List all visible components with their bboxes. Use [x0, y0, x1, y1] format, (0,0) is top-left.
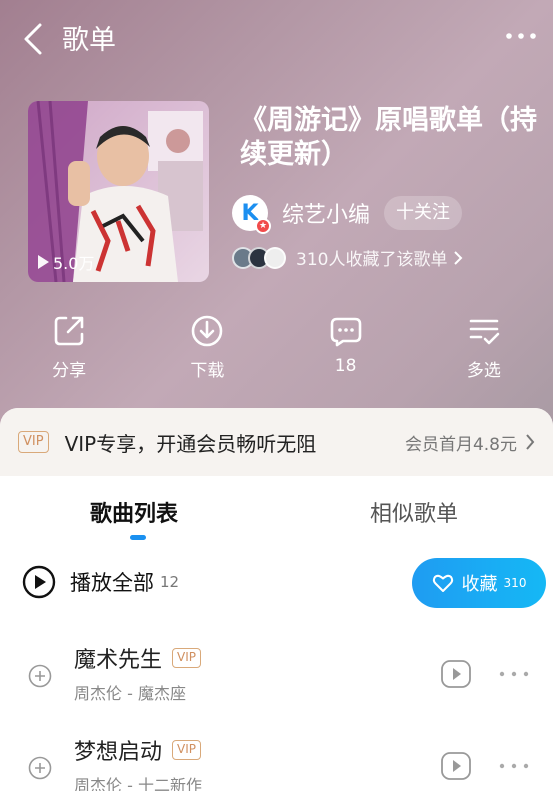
- action-row: 分享 下载 18 多选: [0, 314, 553, 381]
- song-artist-album: 周杰伦 - 十二新作: [74, 776, 202, 791]
- tab-indicator: [130, 535, 146, 540]
- follow-button[interactable]: 十关注: [384, 196, 463, 230]
- heart-icon: [432, 574, 453, 592]
- back-arrow-icon[interactable]: [18, 22, 48, 56]
- tab-similar-playlists[interactable]: 相似歌单: [370, 496, 458, 528]
- play-all-button[interactable]: 播放全部 12: [22, 565, 179, 599]
- add-icon[interactable]: [28, 664, 52, 688]
- creator-avatar[interactable]: K ★: [232, 195, 271, 234]
- comment-icon: [330, 317, 361, 347]
- creator-name[interactable]: 综艺小编: [282, 197, 370, 229]
- verified-badge-icon: ★: [255, 218, 271, 234]
- creator-info[interactable]: K ★ 综艺小编 十关注: [232, 195, 463, 234]
- play-video-icon[interactable]: [440, 751, 472, 781]
- vip-banner[interactable]: VIP VIP专享，开通会员畅听无阻 会员首月4.8元: [0, 408, 553, 476]
- more-options-icon[interactable]: [497, 756, 531, 776]
- favorite-button[interactable]: 收藏 310: [412, 558, 546, 608]
- download-icon: [192, 315, 223, 347]
- chevron-right-icon: [526, 434, 535, 450]
- song-row[interactable]: 魔术先生 VIP 周杰伦 - 魔杰座: [0, 632, 553, 722]
- share-icon: [54, 316, 84, 346]
- vip-tag: VIP: [18, 431, 49, 453]
- download-button[interactable]: 下载: [138, 314, 276, 381]
- playlist-title: 《周游记》原唱歌单（持续更新）: [240, 105, 537, 170]
- multiselect-button[interactable]: 多选: [415, 314, 553, 381]
- chevron-right-icon: [454, 250, 463, 265]
- vip-badge: VIP: [172, 648, 201, 668]
- song-count: 12: [160, 573, 180, 591]
- play-count: 5.0万: [38, 250, 94, 274]
- play-video-icon[interactable]: [440, 659, 472, 689]
- more-menu-icon[interactable]: [503, 22, 539, 50]
- collector-avatar: [264, 246, 286, 269]
- song-row[interactable]: 梦想启动 VIP 周杰伦 - 十二新作: [0, 724, 553, 791]
- play-count-icon: [38, 255, 49, 269]
- add-icon[interactable]: [28, 756, 52, 780]
- vip-badge: VIP: [172, 740, 201, 760]
- vip-banner-text: VIP专享，开通会员畅听无阻: [64, 431, 317, 456]
- collect-count-text: 310人收藏了该歌单: [296, 250, 448, 270]
- song-title: 梦想启动 VIP: [74, 734, 201, 766]
- share-button[interactable]: 分享: [0, 314, 138, 381]
- page-title: 歌单: [62, 25, 116, 56]
- song-title: 魔术先生 VIP: [74, 642, 201, 674]
- tab-bar: 歌曲列表 相似歌单: [0, 496, 553, 546]
- tab-song-list[interactable]: 歌曲列表: [90, 496, 178, 528]
- multiselect-icon: [469, 319, 500, 345]
- vip-offer: 会员首月4.8元: [404, 434, 517, 455]
- song-artist-album: 周杰伦 - 魔杰座: [74, 684, 186, 703]
- collectors-row[interactable]: 310人收藏了该歌单: [232, 245, 463, 270]
- comment-button[interactable]: 18: [277, 314, 415, 381]
- more-options-icon[interactable]: [497, 664, 531, 684]
- playlist-cover[interactable]: 5.0万: [28, 101, 209, 282]
- play-circle-icon: [22, 565, 56, 599]
